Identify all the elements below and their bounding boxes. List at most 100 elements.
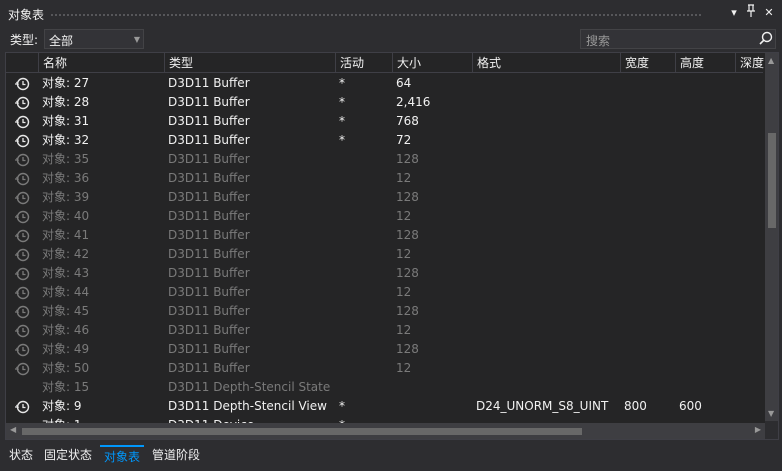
- history-icon: [14, 209, 30, 225]
- cell-size: 2,416: [396, 95, 431, 109]
- search-placeholder: 搜索: [586, 34, 611, 48]
- history-icon: [14, 399, 30, 415]
- cell-type: D3D11 Buffer: [168, 323, 250, 337]
- vertical-scroll-thumb[interactable]: [768, 133, 776, 228]
- tab-fixed-state[interactable]: 固定状态: [40, 445, 96, 467]
- dropdown-icon[interactable]: ▾: [726, 4, 742, 22]
- cell-size: 64: [396, 76, 412, 90]
- cell-name: 对象: 32: [42, 133, 90, 147]
- column-header-type[interactable]: 类型: [164, 53, 335, 73]
- cell-name: 对象: 49: [42, 342, 90, 356]
- column-header-height[interactable]: 高度: [675, 53, 735, 73]
- table-row[interactable]: 对象: 42 D3D11 Buffer 12: [6, 245, 763, 264]
- table-row[interactable]: 对象: 35 D3D11 Buffer 128: [6, 150, 763, 169]
- chevron-down-icon: ▼: [133, 35, 140, 44]
- type-label: 类型:: [10, 33, 39, 47]
- cell-size: 128: [396, 190, 419, 204]
- cell-name: 对象: 50: [42, 361, 90, 375]
- table-row[interactable]: 对象: 44 D3D11 Buffer 12: [6, 283, 763, 302]
- history-icon: [14, 152, 30, 168]
- column-header-size[interactable]: 大小: [392, 53, 472, 73]
- cell-type: D3D11 Buffer: [168, 209, 250, 223]
- cell-name: 对象: 42: [42, 247, 90, 261]
- cell-size: 12: [396, 247, 412, 261]
- history-icon: [14, 133, 30, 149]
- history-icon: [14, 361, 30, 377]
- cell-size: 128: [396, 152, 419, 166]
- scroll-left-icon[interactable]: ◀: [10, 425, 16, 434]
- cell-size: 128: [396, 228, 419, 242]
- scroll-down-icon[interactable]: ▼: [768, 409, 774, 418]
- cell-active: *: [339, 76, 345, 90]
- table-header: 名称 类型 活动 大小 格式 宽度 高度 深度: [6, 53, 764, 73]
- column-header-format[interactable]: 格式: [472, 53, 620, 73]
- cell-format: D24_UNORM_S8_UINT: [476, 399, 609, 413]
- cell-type: D3D11 Buffer: [168, 133, 250, 147]
- panel-titlebar: 对象表 ▾ ✕: [0, 0, 782, 27]
- cell-active: *: [339, 399, 345, 413]
- cell-size: 128: [396, 304, 419, 318]
- cell-name: 对象: 39: [42, 190, 90, 204]
- history-icon: [14, 95, 30, 111]
- tab-status[interactable]: 状态: [5, 445, 37, 467]
- table-row[interactable]: 对象: 39 D3D11 Buffer 128: [6, 188, 763, 207]
- close-icon[interactable]: ✕: [761, 4, 777, 22]
- cell-name: 对象: 36: [42, 171, 90, 185]
- search-input[interactable]: 搜索: [580, 29, 776, 49]
- horizontal-scroll-thumb[interactable]: [22, 428, 582, 435]
- horizontal-scrollbar[interactable]: ◀ ▶: [6, 423, 765, 439]
- table-row[interactable]: 对象: 40 D3D11 Buffer 12: [6, 207, 763, 226]
- panel-title: 对象表: [8, 8, 45, 22]
- cell-active: *: [339, 95, 345, 109]
- cell-type: D3D11 Buffer: [168, 247, 250, 261]
- cell-type: D3D11 Buffer: [168, 114, 250, 128]
- table-row[interactable]: 对象: 50 D3D11 Buffer 12: [6, 359, 763, 378]
- table-row[interactable]: 对象: 41 D3D11 Buffer 128: [6, 226, 763, 245]
- cell-size: 12: [396, 209, 412, 223]
- tab-pipeline-stages[interactable]: 管道阶段: [148, 445, 204, 467]
- cell-type: D3D11 Buffer: [168, 266, 250, 280]
- cell-type: D3D11 Buffer: [168, 95, 250, 109]
- column-header-active[interactable]: 活动: [335, 53, 392, 73]
- table-row[interactable]: 对象: 15 D3D11 Depth-Stencil State: [6, 378, 763, 397]
- titlebar-grip[interactable]: [50, 13, 702, 16]
- table-row[interactable]: 对象: 27 D3D11 Buffer * 64: [6, 74, 763, 93]
- object-table: 名称 类型 活动 大小 格式 宽度 高度 深度 对象: 27 D3D11 Buff…: [5, 52, 779, 440]
- icon-column-header[interactable]: [6, 53, 38, 73]
- table-row[interactable]: 对象: 49 D3D11 Buffer 128: [6, 340, 763, 359]
- column-header-name[interactable]: 名称: [38, 53, 164, 73]
- table-row[interactable]: 对象: 9 D3D11 Depth-Stencil View * D24_UNORM_…: [6, 397, 763, 416]
- table-row[interactable]: 对象: 36 D3D11 Buffer 12: [6, 169, 763, 188]
- cell-size: 12: [396, 323, 412, 337]
- scroll-right-icon[interactable]: ▶: [755, 425, 761, 434]
- table-row[interactable]: 对象: 45 D3D11 Buffer 128: [6, 302, 763, 321]
- history-icon: [14, 247, 30, 263]
- cell-type: D3D11 Buffer: [168, 361, 250, 375]
- table-row[interactable]: 对象: 28 D3D11 Buffer * 2,416: [6, 93, 763, 112]
- pin-icon[interactable]: [743, 4, 759, 22]
- cell-name: 对象: 27: [42, 76, 90, 90]
- cell-name: 对象: 31: [42, 114, 90, 128]
- history-icon: [14, 171, 30, 187]
- cell-type: D3D11 Buffer: [168, 76, 250, 90]
- cell-name: 对象: 44: [42, 285, 90, 299]
- table-row[interactable]: 对象: 46 D3D11 Buffer 12: [6, 321, 763, 340]
- cell-size: 128: [396, 342, 419, 356]
- table-row[interactable]: 对象: 31 D3D11 Buffer * 768: [6, 112, 763, 131]
- cell-size: 12: [396, 171, 412, 185]
- cell-size: 12: [396, 285, 412, 299]
- cell-size: 768: [396, 114, 419, 128]
- history-icon: [14, 114, 30, 130]
- history-icon: [14, 76, 30, 92]
- table-row[interactable]: 对象: 43 D3D11 Buffer 128: [6, 264, 763, 283]
- table-row[interactable]: 对象: 32 D3D11 Buffer * 72: [6, 131, 763, 150]
- vertical-scrollbar[interactable]: ▲ ▼: [765, 53, 778, 421]
- tab-object-table[interactable]: 对象表: [100, 445, 145, 467]
- cell-type: D3D11 Buffer: [168, 171, 250, 185]
- cell-active: *: [339, 133, 345, 147]
- type-dropdown[interactable]: 全部 ▼: [44, 29, 144, 49]
- search-icon[interactable]: [757, 30, 775, 48]
- column-header-width[interactable]: 宽度: [620, 53, 675, 73]
- history-icon: [14, 285, 30, 301]
- scroll-up-icon[interactable]: ▲: [768, 56, 774, 65]
